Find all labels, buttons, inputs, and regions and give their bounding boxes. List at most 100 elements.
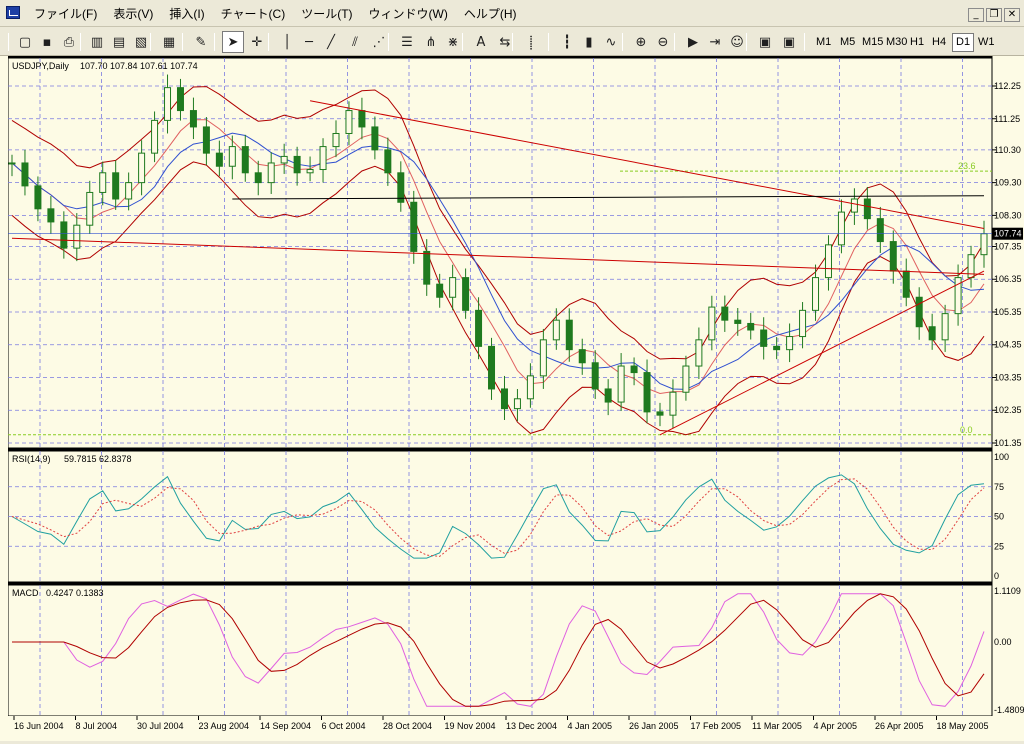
candle-body <box>138 152 146 184</box>
cursor-icon[interactable]: ➤ <box>222 31 244 53</box>
time-tick-label: 19 Nov 2004 <box>445 721 496 731</box>
pencil-icon[interactable]: ✎ <box>190 31 212 53</box>
price-tick-label: 111.25 <box>994 114 1020 124</box>
price-tick-label: 104.35 <box>994 340 1022 350</box>
price-tick-label: 110.30 <box>994 145 1021 155</box>
minimize-button[interactable]: _ <box>968 8 984 22</box>
template-icon[interactable]: ▧ <box>130 31 152 53</box>
expert-icon[interactable]: ☺ <box>726 31 748 53</box>
candle-body <box>669 391 677 416</box>
auto-scroll-icon[interactable]: ▶ <box>682 31 704 53</box>
toolbar-separator <box>214 33 215 51</box>
menu-item-2[interactable]: 挿入(I) <box>161 7 212 21</box>
candle-body <box>410 201 418 252</box>
chart-shift-icon[interactable]: ⇥ <box>704 31 726 53</box>
candle-body <box>371 126 379 151</box>
fibonacci-label-23-6: 23.6 <box>958 161 976 171</box>
arrow-label-icon[interactable]: ⇆ <box>494 31 516 53</box>
trendline-icon[interactable]: ╱ <box>320 31 342 53</box>
vertical-line-icon[interactable]: │ <box>276 31 298 53</box>
properties-icon[interactable]: ▦ <box>158 31 180 53</box>
candle-body <box>513 398 521 410</box>
time-tick-label: 11 Mar 2005 <box>752 721 802 731</box>
candle-body <box>734 319 742 324</box>
text-icon[interactable]: A <box>470 31 492 53</box>
timeframe-m1-button[interactable]: M1 <box>812 33 835 52</box>
indicators-icon[interactable]: ▣ <box>754 31 776 53</box>
chart-canvas[interactable]: 112.25 111.25 110.30 109.30 108.30 107.35 106.… <box>0 56 1024 741</box>
restore-button[interactable]: ❐ <box>986 8 1002 22</box>
toolbar-separator <box>674 33 675 51</box>
candle-body <box>332 132 340 148</box>
candlestick-icon[interactable]: ▮ <box>578 31 600 53</box>
candle-body <box>475 309 483 347</box>
toolbar-separator <box>80 33 81 51</box>
fibonacci-grid-icon[interactable]: ☰ <box>396 31 418 53</box>
candle-body <box>488 345 496 390</box>
candle-body <box>682 365 690 393</box>
menu-item-4[interactable]: ツール(T) <box>293 7 360 21</box>
time-tick-label: 23 Aug 2004 <box>199 721 250 731</box>
close-button[interactable]: ✕ <box>1004 8 1020 22</box>
macd-tick-label: 1.1109 <box>994 586 1021 596</box>
channel-icon[interactable]: ⫽ <box>344 31 366 53</box>
candle-body <box>915 296 923 328</box>
zoom-out-icon[interactable]: ⊖ <box>652 31 674 53</box>
scripts-icon[interactable]: ▣ <box>778 31 800 53</box>
horizontal-line-icon[interactable]: ─ <box>298 31 320 53</box>
menu-bar: ファイル(F) 表示(V) 挿入(I) チャート(C) ツール(T) ウィンドウ(W) ヘル… <box>0 0 1024 27</box>
open-icon[interactable]: ▥ <box>86 31 108 53</box>
time-tick-label: 26 Jan 2005 <box>629 721 679 731</box>
toolbar-separator <box>622 33 623 51</box>
candle-body <box>708 306 716 341</box>
timeframe-h1-button[interactable]: H1 <box>906 33 928 52</box>
price-tick-label: 105.35 <box>994 307 1022 317</box>
menu-item-0[interactable]: ファイル(F) <box>26 7 105 21</box>
candle-body <box>151 119 159 154</box>
andrews-pitchfork-icon[interactable]: ⋔ <box>420 31 442 53</box>
gann-fan-icon[interactable]: ⋰ <box>368 31 390 53</box>
bar-chart-icon[interactable]: ┇ <box>556 31 578 53</box>
timeframe-w1-button[interactable]: W1 <box>974 33 999 52</box>
time-tick-label: 26 Apr 2005 <box>875 721 924 731</box>
time-tick-label: 4 Apr 2005 <box>814 721 858 731</box>
folder-icon[interactable]: ▤ <box>108 31 130 53</box>
menu-item-6[interactable]: ヘルプ(H) <box>456 7 525 21</box>
line-chart-icon[interactable]: ∿ <box>600 31 622 53</box>
save-icon[interactable]: ▪ <box>36 31 58 53</box>
candle-body <box>643 372 651 413</box>
candle-body <box>202 126 210 154</box>
macd-pane <box>7 584 993 717</box>
menu-item-3[interactable]: チャート(C) <box>213 7 294 21</box>
toolbar-separator <box>268 33 269 51</box>
toolbar-separator <box>8 33 9 51</box>
ohlc-label: 107.70 107.84 107.61 107.74 <box>80 61 198 71</box>
candle-body <box>863 198 871 220</box>
app-icon[interactable] <box>6 6 20 19</box>
menu-item-1[interactable]: 表示(V) <box>105 7 161 21</box>
chart-window[interactable]: 112.25 111.25 110.30 109.30 108.30 107.35 106.… <box>0 56 1024 741</box>
print-icon[interactable]: ⎙ <box>58 31 80 53</box>
new-chart-icon[interactable]: ▢ <box>14 31 36 53</box>
rsi-tick-label: 25 <box>994 541 1004 551</box>
macd-tick-label: 0.00 <box>994 637 1012 647</box>
zoom-in-icon[interactable]: ⊕ <box>630 31 652 53</box>
price-tick-label: 106.35 <box>994 274 1022 284</box>
crosshair-icon[interactable]: ✛ <box>246 31 268 53</box>
candle-body <box>824 244 832 279</box>
time-tick-label: 28 Oct 2004 <box>383 721 432 731</box>
timeframe-h4-button[interactable]: H4 <box>928 33 950 52</box>
menu-item-5[interactable]: ウィンドウ(W) <box>361 7 456 21</box>
time-tick-label: 6 Oct 2004 <box>322 721 366 731</box>
timeframe-d1-button[interactable]: D1 <box>952 33 975 52</box>
gann-grid-icon[interactable]: ⋇ <box>442 31 464 53</box>
price-tick-label: 107.35 <box>994 241 1022 251</box>
candle-body <box>462 277 470 311</box>
window-controls: _ ❐ ✕ <box>968 8 1020 22</box>
period-separator-icon[interactable]: ⸽ <box>520 31 542 53</box>
candle-body <box>850 198 858 213</box>
candle-body <box>189 110 197 128</box>
candle-body <box>799 309 807 338</box>
timeframe-m5-button[interactable]: M5 <box>836 33 859 52</box>
candle-body <box>980 233 988 256</box>
